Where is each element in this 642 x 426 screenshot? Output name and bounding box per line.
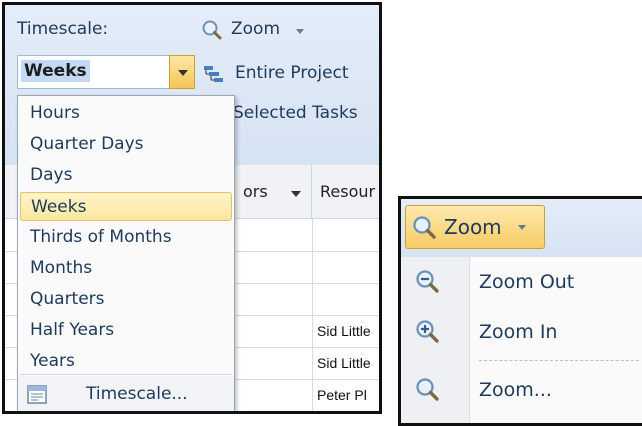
timescale-option-weeks[interactable]: Weeks xyxy=(20,192,232,221)
zoom-out-label: Zoom Out xyxy=(479,271,575,293)
timescale-dialog-label: Timescale... xyxy=(86,384,188,404)
zoom-button[interactable]: Zoom xyxy=(201,15,331,45)
zoom-icon xyxy=(416,378,439,401)
zoom-out-menu-item[interactable]: Zoom Out xyxy=(401,257,642,307)
timescale-option-half-years[interactable]: Half Years xyxy=(20,316,232,345)
timescale-icon xyxy=(27,385,47,404)
caret-down-icon xyxy=(518,225,526,230)
zoom-dropdown-menu: Zoom Out Zoom In Zoom... xyxy=(401,257,642,423)
timescale-option-months[interactable]: Months xyxy=(20,254,232,283)
chevron-down-icon xyxy=(178,70,188,76)
zoom-dropdown-button[interactable]: Zoom xyxy=(405,205,545,249)
timescale-value: Weeks xyxy=(21,60,90,82)
timescale-option-hours[interactable]: Hours xyxy=(20,99,232,128)
entire-project-button[interactable]: Entire Project xyxy=(203,61,373,91)
timescale-dropdown-button[interactable] xyxy=(169,55,195,89)
timescale-option-years[interactable]: Years xyxy=(20,347,232,376)
resource-cell: Sid Little xyxy=(317,355,371,371)
column-header-predecessors-tail[interactable]: ors xyxy=(235,165,312,219)
timescale-option-days[interactable]: Days xyxy=(20,161,232,190)
timescale-option-quarter-days[interactable]: Quarter Days xyxy=(20,130,232,159)
selected-tasks-button[interactable]: Selected Tasks xyxy=(233,101,379,131)
zoom-dialog-menu-item[interactable]: Zoom... xyxy=(401,365,642,413)
column-header-resources[interactable]: Resour xyxy=(312,165,379,219)
magnifier-icon xyxy=(413,216,436,239)
caret-down-icon xyxy=(296,29,304,34)
timescale-panel: Timescale: Weeks Zoom Entire Project Sel… xyxy=(2,2,382,414)
resource-cell: Sid Little xyxy=(317,323,371,339)
timescale-option-thirds-of-months[interactable]: Thirds of Months xyxy=(20,223,232,252)
resource-cell: Peter Pl xyxy=(317,387,367,403)
zoom-in-label: Zoom In xyxy=(479,321,558,343)
timescale-label: Timescale: xyxy=(17,19,109,39)
timescale-dialog-menu-item[interactable]: Timescale... xyxy=(18,376,234,411)
timescale-option-quarters[interactable]: Quarters xyxy=(20,285,232,314)
zoom-menu-panel: Zoom Zoom Out Zoom In Zoom... xyxy=(398,196,642,426)
filter-arrow-icon[interactable] xyxy=(291,191,301,197)
menu-separator xyxy=(479,360,639,361)
zoom-in-icon xyxy=(416,320,439,343)
zoom-out-icon xyxy=(416,270,439,293)
selected-tasks-label: Selected Tasks xyxy=(233,103,358,123)
entire-project-icon xyxy=(204,66,223,82)
zoom-label: Zoom xyxy=(231,19,281,39)
zoom-toolbar: Zoom xyxy=(401,199,642,257)
timescale-dropdown-list: Hours Quarter Days Days Weeks Thirds of … xyxy=(17,95,235,411)
column-header-resources-label: Resour xyxy=(320,182,376,201)
zoom-button-label: Zoom xyxy=(444,215,502,239)
entire-project-label: Entire Project xyxy=(235,63,349,83)
menu-separator xyxy=(20,374,232,375)
zoom-dialog-label: Zoom... xyxy=(479,379,552,401)
zoom-in-menu-item[interactable]: Zoom In xyxy=(401,309,642,357)
column-header-predecessors-label: ors xyxy=(243,182,268,201)
magnifier-icon xyxy=(202,20,222,40)
